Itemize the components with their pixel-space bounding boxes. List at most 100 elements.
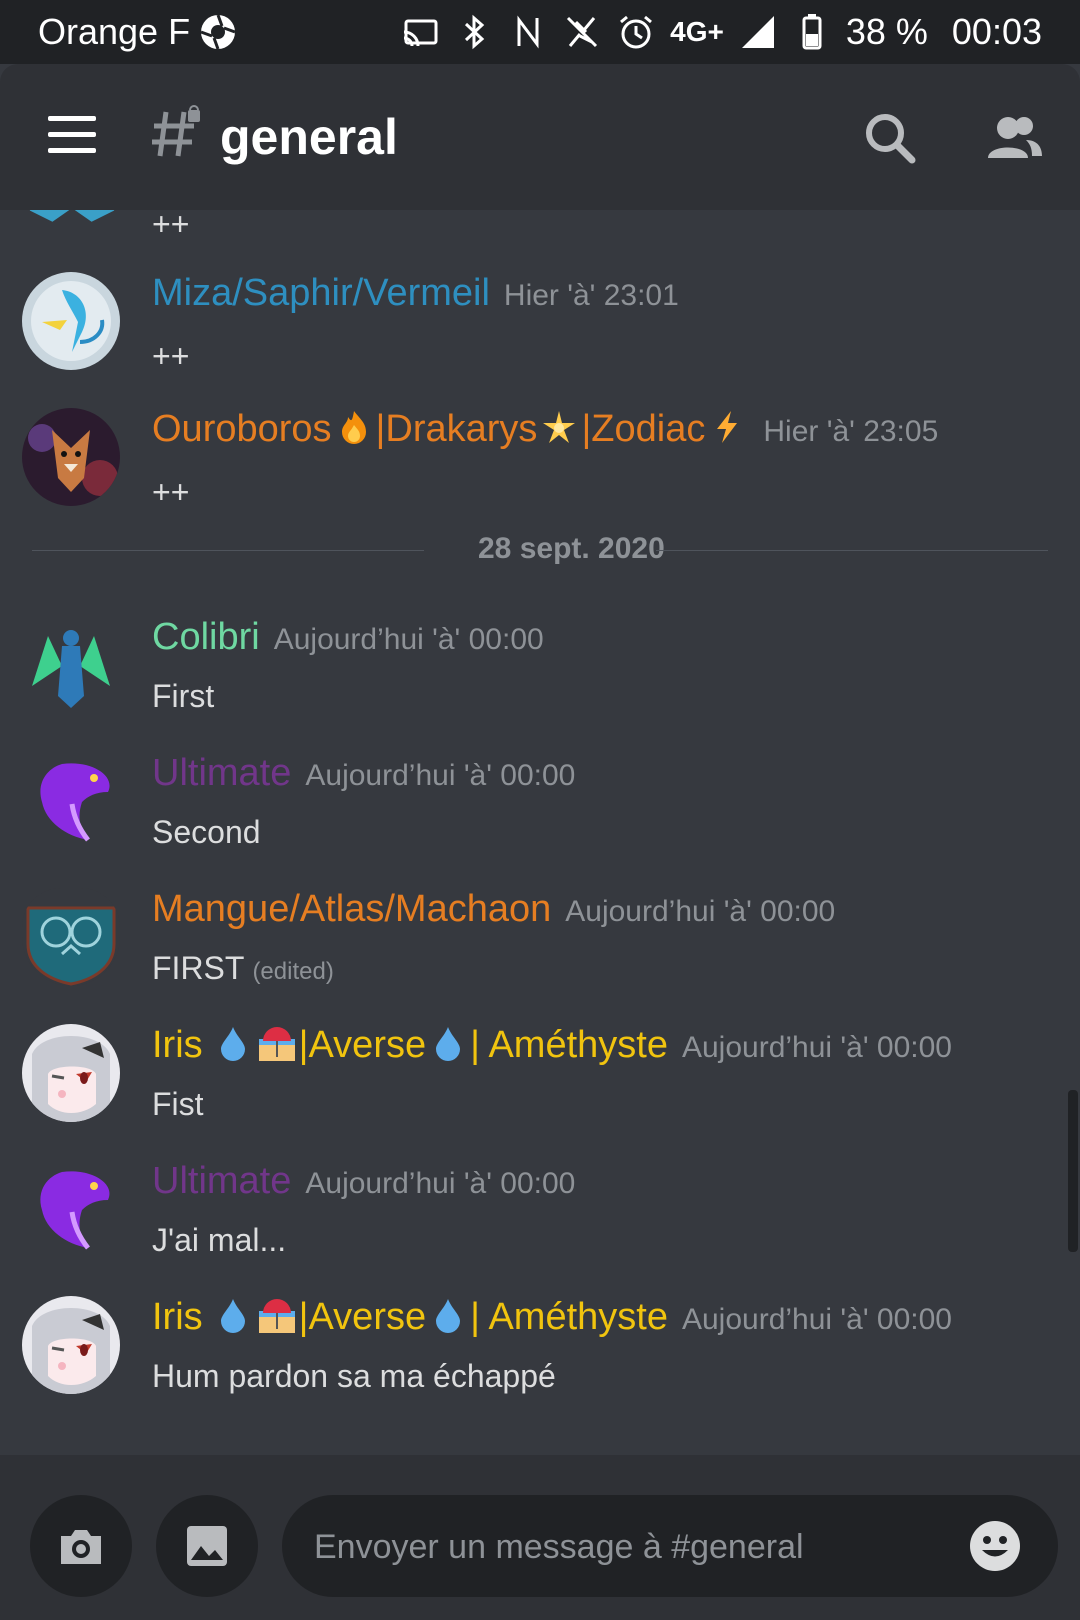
nfc-icon [508, 12, 548, 52]
username-part: |Zodiac [581, 408, 706, 450]
timestamp: Aujourd’hui 'à' 00:00 [681, 1303, 952, 1336]
avatar[interactable] [22, 1024, 120, 1122]
message-item[interactable]: Iris |Averse | Améthyste Aujourd’hui 'à' 00… [0, 1024, 1080, 1144]
hamburger-icon[interactable] [48, 116, 98, 158]
username[interactable]: Iris |Averse | Améthyste [152, 1296, 668, 1338]
timestamp: Aujourd’hui 'à' 00:00 [273, 623, 544, 656]
edited-label: (edited) [252, 958, 334, 985]
battery-icon [792, 12, 832, 52]
image-icon [187, 1526, 227, 1566]
username[interactable]: Miza/Saphir/Vermeil [152, 272, 490, 314]
alarm-icon [616, 12, 656, 52]
carrier: Orange F [38, 11, 238, 53]
message-header: Ultimate Aujourd’hui 'à' 00:00 [152, 1160, 575, 1203]
message-item[interactable]: Mangue/Atlas/Machaon Aujourd’hui 'à' 00:0… [0, 888, 1080, 1008]
username-part: Iris [152, 1296, 203, 1338]
droplet-emoji-icon [430, 1025, 466, 1061]
message-content: J'ai mal... [152, 1222, 287, 1258]
username-part: Iris [152, 1024, 203, 1066]
timestamp: Aujourd’hui 'à' 00:00 [305, 1167, 576, 1200]
message-content: Fist [152, 1086, 204, 1122]
avatar[interactable] [22, 1296, 120, 1394]
droplet-emoji-icon [215, 1297, 251, 1333]
message-header: Ultimate Aujourd’hui 'à' 00:00 [152, 752, 575, 795]
username[interactable]: Ultimate [152, 1160, 291, 1202]
clock: 00:03 [951, 11, 1042, 52]
avatar[interactable] [22, 408, 120, 506]
username[interactable]: Mangue/Atlas/Machaon [152, 888, 551, 930]
avatar[interactable] [22, 616, 120, 714]
divider-line [656, 550, 1048, 551]
lightning-emoji-icon [709, 409, 745, 445]
message-list[interactable]: ++ Miza/Saphir/Vermeil Hier 'à' 23:01 ++ … [0, 210, 1080, 1455]
message-item[interactable]: Iris |Averse | Améthyste Aujourd’hui 'à' 00… [0, 1296, 1080, 1416]
channel-name: general [220, 109, 398, 165]
message-input[interactable] [312, 1495, 956, 1599]
no-flash-icon [562, 12, 602, 52]
avatar[interactable] [22, 888, 120, 986]
username-part: |Averse [298, 1296, 427, 1338]
message-item[interactable]: ++ [0, 210, 1080, 256]
username[interactable]: Colibri [152, 616, 260, 658]
message-content: ++ [152, 474, 190, 510]
droplet-emoji-icon [215, 1025, 251, 1061]
aperture-icon [198, 12, 238, 52]
username-part: Ouroboros [152, 408, 332, 450]
timestamp: Hier 'à' 23:01 [503, 279, 679, 312]
beach-umbrella-emoji-icon [258, 1025, 295, 1061]
message-item[interactable]: Miza/Saphir/Vermeil Hier 'à' 23:01 ++ [0, 272, 1080, 392]
username[interactable]: Iris |Averse | Améthyste [152, 1024, 668, 1066]
message-input-container[interactable] [282, 1495, 1058, 1599]
message-content: Second [152, 814, 261, 850]
timestamp: Hier 'à' 23:05 [763, 415, 939, 448]
channel-header: general [0, 64, 1080, 210]
divider-line [32, 550, 424, 551]
username[interactable]: Ultimate [152, 752, 291, 794]
search-icon[interactable] [860, 108, 920, 168]
username-part: |Averse [298, 1024, 427, 1066]
message-header: Ouroboros |Drakarys |Zodiac Hier 'à' 23:05 [152, 408, 938, 451]
message-item[interactable]: Ouroboros |Drakarys |Zodiac Hier 'à' 23:05 … [0, 408, 1080, 528]
message-item[interactable]: Colibri Aujourd’hui 'à' 00:00 First [0, 616, 1080, 736]
members-icon[interactable] [984, 108, 1044, 168]
droplet-emoji-icon [430, 1297, 466, 1333]
image-button[interactable] [156, 1495, 258, 1597]
message-header: Miza/Saphir/Vermeil Hier 'à' 23:01 [152, 272, 679, 315]
message-header: Mangue/Atlas/Machaon Aujourd’hui 'à' 00:0… [152, 888, 835, 931]
battery-level: 38 % [845, 11, 928, 52]
fire-emoji-icon [336, 409, 372, 445]
camera-icon [61, 1530, 101, 1564]
date-divider-label: 28 sept. 2020 [478, 532, 665, 565]
network-type: 4G+ [670, 16, 724, 47]
status-bar: Orange F 4G+ 38 % 00:03 [0, 0, 1080, 64]
channel-hash-icon [150, 104, 208, 162]
message-composer [0, 1455, 1080, 1620]
message-content: Hum pardon sa ma échappé [152, 1358, 556, 1394]
username-part: | Améthyste [470, 1024, 668, 1066]
date-divider: 28 sept. 2020 [32, 532, 1048, 565]
camera-button[interactable] [30, 1495, 132, 1597]
message-text: FIRST [152, 950, 245, 986]
emoji-icon[interactable] [968, 1519, 1022, 1573]
message-content: ++ [152, 338, 190, 374]
username-part: | Améthyste [470, 1296, 668, 1338]
scrollbar-thumb[interactable] [1068, 1090, 1078, 1252]
timestamp: Aujourd’hui 'à' 00:00 [565, 895, 836, 928]
timestamp: Aujourd’hui 'à' 00:00 [681, 1031, 952, 1064]
avatar[interactable] [22, 210, 120, 234]
message-item[interactable]: Ultimate Aujourd’hui 'à' 00:00 Second [0, 752, 1080, 872]
message-item[interactable]: Ultimate Aujourd’hui 'à' 00:00 J'ai mal..… [0, 1160, 1080, 1280]
avatar[interactable] [22, 272, 120, 370]
message-header: Iris |Averse | Améthyste Aujourd’hui 'à' 00… [152, 1024, 952, 1067]
username[interactable]: Ouroboros |Drakarys |Zodiac [152, 408, 749, 450]
signal-icon [738, 12, 778, 52]
message-content: FIRST (edited) [152, 950, 334, 987]
message-header: Colibri Aujourd’hui 'à' 00:00 [152, 616, 544, 659]
bluetooth-icon [454, 12, 494, 52]
carrier-name: Orange F [38, 11, 191, 52]
avatar[interactable] [22, 1160, 120, 1258]
beach-umbrella-emoji-icon [258, 1297, 295, 1333]
cast-icon [400, 12, 440, 52]
avatar[interactable] [22, 752, 120, 850]
message-header: Iris |Averse | Améthyste Aujourd’hui 'à' 00… [152, 1296, 952, 1339]
